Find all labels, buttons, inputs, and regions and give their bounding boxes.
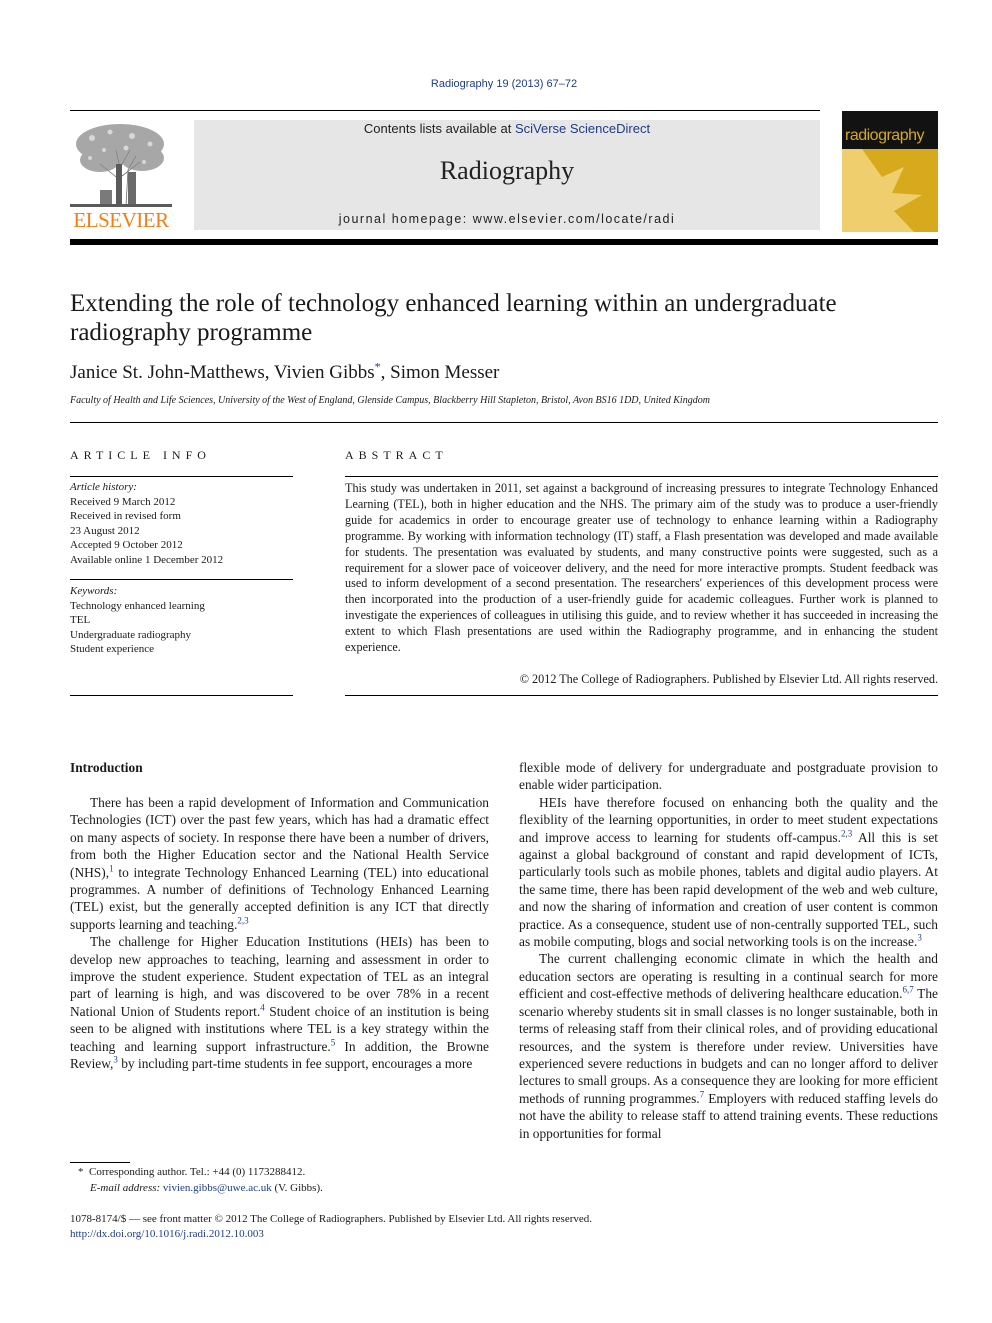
journal-homepage: journal homepage: www.elsevier.com/locat… <box>194 212 820 226</box>
homepage-url[interactable]: www.elsevier.com/locate/radi <box>473 212 675 226</box>
author-name: Vivien Gibbs <box>273 362 375 383</box>
keywords-label: Keywords: <box>70 585 118 597</box>
divider <box>70 695 293 696</box>
citation-link[interactable]: 3 <box>917 933 922 943</box>
history-item: Received in revised form <box>70 510 181 522</box>
history-item: Accepted 9 October 2012 <box>70 539 183 551</box>
history-item: Available online 1 December 2012 <box>70 553 224 566</box>
abstract-heading: ABSTRACT <box>345 448 448 462</box>
history-item: Received 9 March 2012 <box>70 495 176 508</box>
author-list: Janice St. John-Matthews, Vivien Gibbs*,… <box>70 359 500 383</box>
keyword-item: Technology enhanced learning <box>70 599 205 612</box>
corresponding-author-mark[interactable]: * <box>375 360 381 374</box>
keyword-item: Student experience <box>70 643 154 655</box>
citation-link[interactable]: 6,7 <box>902 985 913 995</box>
keywords: Keywords: Technology enhanced learning T… <box>70 584 293 657</box>
email-link[interactable]: vivien.gibbs@uwe.ac.uk <box>163 1182 272 1194</box>
history-item: 23 August 2012 <box>70 524 140 537</box>
article-history: Article history: Received 9 March 2012 R… <box>70 480 293 567</box>
doi-link[interactable]: http://dx.doi.org/10.1016/j.radi.2012.10… <box>70 1228 264 1240</box>
article-history-label: Article history: <box>70 481 137 493</box>
divider <box>70 579 293 580</box>
keyword-item: Undergraduate radiography <box>70 628 192 641</box>
section-heading-introduction: Introduction <box>70 760 143 775</box>
article-info-heading: ARTICLE INFO <box>70 448 211 462</box>
citation-link[interactable]: 1 <box>109 863 114 873</box>
body-paragraph: flexible mode of delivery for undergradu… <box>519 760 938 793</box>
body-column-right: flexible mode of delivery for undergradu… <box>519 759 938 1142</box>
citation-link[interactable]: 2,3 <box>841 828 852 838</box>
front-matter-info: 1078-8174/$ — see front matter © 2012 Th… <box>70 1212 592 1241</box>
citation-link[interactable]: 2,3 <box>237 915 248 925</box>
keyword-item: TEL <box>70 614 91 626</box>
footnote-email: E-mail address: vivien.gibbs@uwe.ac.uk (… <box>70 1181 323 1197</box>
sciencedirect-link[interactable]: SciVerse ScienceDirect <box>515 121 650 136</box>
author-name: Janice St. John-Matthews <box>70 362 265 383</box>
citation-link[interactable]: 4 <box>260 1002 265 1012</box>
affiliation-rule <box>70 422 938 423</box>
journal-name: Radiography <box>439 156 575 185</box>
footnote-mark: * <box>78 1166 84 1178</box>
divider <box>345 695 938 696</box>
body-paragraph: The current challenging economic climate… <box>519 951 938 1141</box>
citation-link[interactable]: 7 <box>700 1089 705 1099</box>
journal-cover-image: radiography <box>842 111 938 232</box>
header-thick-rule <box>70 239 938 245</box>
corresponding-author-text: Corresponding author. Tel.: +44 (0) 1173… <box>89 1166 306 1178</box>
header-top-rule <box>70 110 820 111</box>
homepage-prefix: journal homepage: <box>338 212 473 226</box>
footnote: * Corresponding author. Tel.: +44 (0) 11… <box>70 1165 323 1196</box>
footnote-corresponding: * Corresponding author. Tel.: +44 (0) 11… <box>70 1165 323 1181</box>
footnote-rule <box>70 1162 130 1163</box>
cover-star-icon <box>842 149 922 232</box>
contents-prefix: Contents lists available at <box>363 121 515 136</box>
body-paragraph: The challenge for Higher Education Insti… <box>70 934 489 1072</box>
email-label: E-mail address: <box>90 1181 161 1194</box>
body-paragraph: HEIs have therefore focused on enhancing… <box>519 794 938 950</box>
elsevier-logo: ELSEVIER <box>70 120 172 232</box>
contents-line: Contents lists available at SciVerse Sci… <box>194 121 820 136</box>
abstract-copyright: © 2012 The College of Radiographers. Pub… <box>519 672 938 686</box>
elsevier-tree-icon <box>70 124 172 207</box>
journal-reference-link[interactable]: Radiography 19 (2013) 67–72 <box>0 78 992 90</box>
affiliation: Faculty of Health and Life Sciences, Uni… <box>70 395 710 406</box>
article-title: Extending the role of technology enhance… <box>70 290 837 346</box>
body-paragraph: There has been a rapid development of In… <box>70 795 489 932</box>
abstract-text: This study was undertaken in 2011, set a… <box>345 481 938 655</box>
email-suffix: (V. Gibbs). <box>271 1181 323 1194</box>
issn-line: 1078-8174/$ — see front matter © 2012 Th… <box>70 1213 592 1225</box>
citation-link[interactable]: 3 <box>113 1055 118 1065</box>
author-name: Simon Messer <box>390 362 500 383</box>
elsevier-wordmark: ELSEVIER <box>73 208 169 232</box>
divider <box>70 476 293 477</box>
citation-link[interactable]: 5 <box>331 1037 336 1047</box>
body-column-left: There has been a rapid development of In… <box>70 794 489 1073</box>
divider <box>345 476 938 477</box>
cover-title: radiography <box>845 127 925 144</box>
